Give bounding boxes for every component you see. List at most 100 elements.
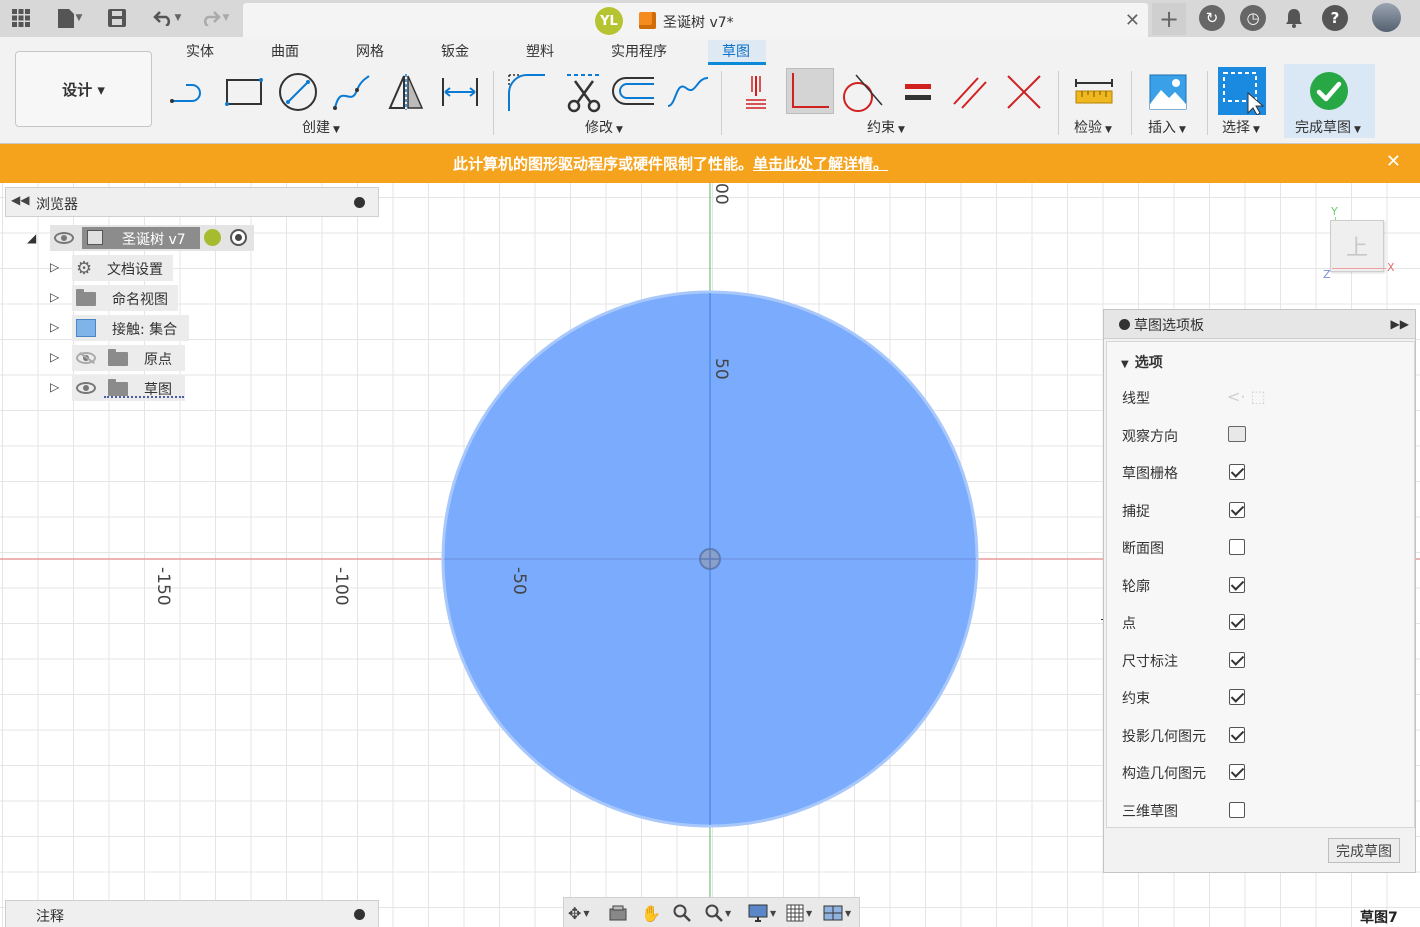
component-icon <box>87 230 103 245</box>
tree-node-origin[interactable]: ▷ 原点 <box>48 345 228 371</box>
perpendicular-x-constraint-icon[interactable] <box>1002 70 1046 114</box>
fillet-tool-icon[interactable] <box>504 70 548 114</box>
undo-icon[interactable]: ▼ <box>147 6 187 30</box>
mirror-tool-icon[interactable] <box>384 70 428 114</box>
new-tab-button[interactable]: + <box>1152 3 1186 35</box>
save-icon[interactable] <box>104 6 130 30</box>
user-avatar[interactable] <box>1372 3 1401 32</box>
tab-utilities[interactable]: 实用程序 <box>611 41 667 61</box>
sketch-grid-checkbox[interactable] <box>1229 464 1245 480</box>
minimize-palette-icon[interactable] <box>1119 319 1130 330</box>
line-tool-icon[interactable] <box>168 70 212 114</box>
create-group-label[interactable]: 创建 ▼ <box>302 117 340 137</box>
job-status-icon[interactable]: ◷ <box>1240 5 1266 31</box>
activate-radio-icon[interactable] <box>230 229 247 246</box>
fit-zoom-icon[interactable]: ▼ <box>705 903 731 923</box>
visibility-eye-icon[interactable] <box>76 382 96 394</box>
collapse-panel-icon[interactable]: ◀◀ <box>11 193 29 207</box>
viewcube-face-top[interactable]: 上 <box>1346 230 1368 262</box>
circle-tool-icon[interactable] <box>276 70 320 114</box>
select-tool-icon[interactable] <box>1218 67 1266 115</box>
projected-geometry-checkbox[interactable] <box>1229 727 1245 743</box>
document-tab[interactable]: YL 圣诞树 v7* ✕ <box>243 3 1148 37</box>
viewcube[interactable]: 上 <box>1330 220 1384 272</box>
warning-details-link[interactable]: 单击此处了解详情。 <box>753 155 888 173</box>
offset-tool-icon[interactable] <box>612 70 656 114</box>
help-icon[interactable]: ? <box>1322 5 1348 31</box>
rectangle-tool-icon[interactable] <box>222 70 266 114</box>
minimize-panel-icon[interactable] <box>354 197 365 208</box>
points-checkbox[interactable] <box>1229 614 1245 630</box>
modify-group-label[interactable]: 修改 ▼ <box>585 117 623 137</box>
expand-icon[interactable]: ▷ <box>50 350 59 364</box>
viewports-icon[interactable]: ▼ <box>823 903 851 923</box>
display-settings-icon[interactable]: ▼ <box>748 903 776 923</box>
finish-sketch-label[interactable]: 完成草图 ▼ <box>1295 117 1361 137</box>
tab-surface[interactable]: 曲面 <box>271 41 299 61</box>
sketch-palette: 草图选项板 ▶▶ ▼ 选项 线型 <· ⬚ 观察方向 草图栅格 捕捉 断面图 轮廓… <box>1103 309 1416 873</box>
constraints-checkbox[interactable] <box>1229 689 1245 705</box>
browser-panel-header[interactable]: ◀◀ 浏览器 <box>5 187 379 217</box>
visibility-eye-icon[interactable] <box>54 232 74 244</box>
select-group-label[interactable]: 选择 ▼ <box>1222 117 1260 137</box>
expand-icon[interactable]: ▷ <box>50 320 59 334</box>
tree-node-named-views[interactable]: ▷ 命名视图 <box>48 285 228 311</box>
slice-checkbox[interactable] <box>1229 539 1245 555</box>
arc-spline-tool-icon[interactable] <box>330 70 374 114</box>
tree-node-sketches[interactable]: ▷ 草图 <box>48 375 228 401</box>
constrain-group-label[interactable]: 约束 ▼ <box>867 117 905 137</box>
file-menu-icon[interactable]: ▼ <box>52 6 88 30</box>
user-initials-badge: YL <box>595 7 623 35</box>
insert-group-label[interactable]: 插入 ▼ <box>1148 117 1186 137</box>
expand-palette-icon[interactable]: ▶▶ <box>1391 317 1409 331</box>
fix-constraint-icon[interactable] <box>734 70 778 114</box>
profile-checkbox[interactable] <box>1229 577 1245 593</box>
app-grid-icon[interactable] <box>8 6 34 30</box>
tree-node-document-settings[interactable]: ▷ ⚙ 文档设置 <box>48 255 228 281</box>
inspect-group-label[interactable]: 检验 ▼ <box>1074 117 1112 137</box>
tree-root-node[interactable]: ◢ 圣诞树 v7 <box>26 225 256 251</box>
dimensions-checkbox[interactable] <box>1229 652 1245 668</box>
linetype-icons[interactable]: <· ⬚ <box>1227 387 1266 406</box>
collapse-root-icon[interactable]: ◢ <box>27 231 36 245</box>
tree-node-contact-sets[interactable]: ▷ 接触: 集合 <box>48 315 228 341</box>
dismiss-warning-icon[interactable]: ✕ <box>1386 151 1401 172</box>
dimension-tool-icon[interactable] <box>438 70 482 114</box>
measure-ruler-icon[interactable] <box>1072 70 1116 114</box>
options-section-header[interactable]: ▼ 选项 <box>1121 352 1163 372</box>
notes-panel-header[interactable]: 注释 <box>5 900 379 927</box>
expand-notes-icon[interactable] <box>354 909 365 920</box>
workspace-design-dropdown[interactable]: 设计 ▾ <box>15 51 152 127</box>
trim-scissors-icon[interactable] <box>562 70 606 114</box>
tab-plastic[interactable]: 塑料 <box>526 41 554 61</box>
extensions-icon[interactable]: ↻ <box>1199 5 1225 31</box>
parallel-constraint-icon[interactable] <box>948 70 992 114</box>
tab-solid[interactable]: 实体 <box>186 41 214 61</box>
grid-settings-icon[interactable]: ▼ <box>786 903 812 923</box>
tab-sketch[interactable]: 草图 <box>722 41 750 61</box>
expand-icon[interactable]: ▷ <box>50 260 59 274</box>
expand-icon[interactable]: ▷ <box>50 380 59 394</box>
ribbon-toolbar: 实体 曲面 网格 钣金 塑料 实用程序 草图 设计 ▾ 创建 ▼ 修改 ▼ 约束… <box>0 37 1420 144</box>
look-at-icon[interactable] <box>1228 426 1246 442</box>
snap-checkbox[interactable] <box>1229 502 1245 518</box>
tab-sheet-metal[interactable]: 钣金 <box>441 41 469 61</box>
tangent-constraint-icon[interactable] <box>840 70 884 114</box>
perpendicular-constraint-button[interactable] <box>786 68 834 114</box>
spline-tool-icon[interactable] <box>666 70 710 114</box>
equal-constraint-icon[interactable] <box>896 70 940 114</box>
look-at-icon[interactable] <box>609 903 627 923</box>
redo-icon[interactable]: ▼ <box>195 6 235 30</box>
construction-geometry-checkbox[interactable] <box>1229 764 1245 780</box>
3d-sketch-checkbox[interactable] <box>1229 802 1245 818</box>
tab-mesh[interactable]: 网格 <box>356 41 384 61</box>
palette-finish-sketch-button[interactable]: 完成草图 <box>1328 838 1400 863</box>
close-tab-icon[interactable]: ✕ <box>1125 10 1140 31</box>
insert-image-icon[interactable] <box>1146 70 1190 114</box>
expand-icon[interactable]: ▷ <box>50 290 59 304</box>
orbit-icon[interactable]: ✥ ▼ <box>568 903 590 923</box>
notifications-bell-icon[interactable] <box>1281 6 1307 30</box>
zoom-icon[interactable] <box>673 903 691 923</box>
palette-header[interactable]: 草图选项板 ▶▶ <box>1104 310 1415 339</box>
pan-hand-icon[interactable]: ✋ <box>641 903 661 923</box>
